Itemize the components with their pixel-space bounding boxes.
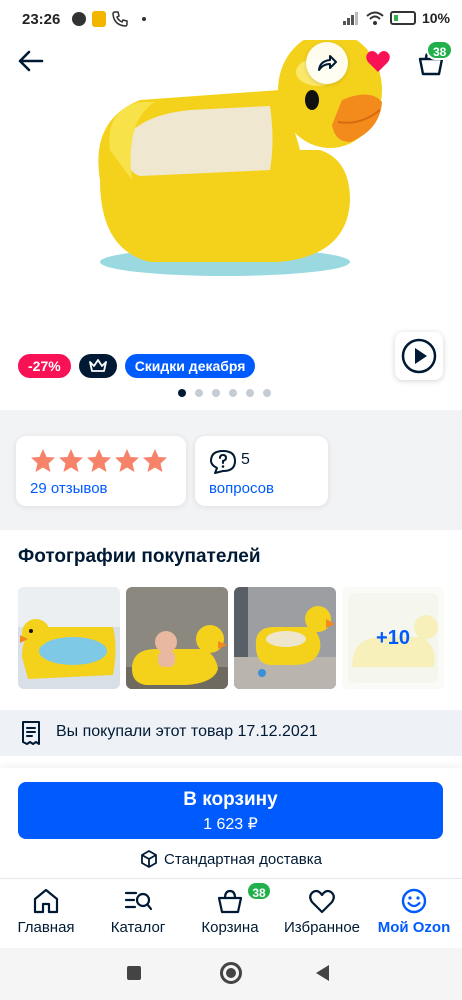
nav-item-home[interactable]: Главная bbox=[0, 887, 92, 936]
add-to-cart-button[interactable]: В корзину 1 623 ₽ bbox=[18, 782, 443, 839]
home-icon bbox=[33, 888, 59, 914]
home-system-icon[interactable] bbox=[220, 962, 242, 984]
premium-badge bbox=[78, 354, 117, 378]
questions-link[interactable]: вопросов bbox=[209, 480, 274, 497]
chat-notification-icon bbox=[72, 12, 86, 26]
smile-icon bbox=[401, 888, 427, 914]
nav-item-favorites[interactable]: Избранное bbox=[276, 887, 368, 936]
gallery-dot[interactable] bbox=[195, 389, 203, 397]
box-icon bbox=[141, 850, 157, 868]
gallery-dot[interactable] bbox=[246, 389, 254, 397]
wifi-icon bbox=[366, 11, 384, 25]
customer-photo[interactable] bbox=[234, 587, 336, 689]
customer-photo-image bbox=[126, 587, 228, 689]
star-icon bbox=[59, 449, 83, 472]
star-icon bbox=[31, 449, 55, 472]
share-icon bbox=[318, 55, 337, 71]
signal-icon bbox=[342, 12, 358, 25]
status-notification-icons bbox=[72, 11, 146, 27]
nav-label: Каталог bbox=[110, 919, 166, 936]
rating-stars bbox=[30, 448, 168, 473]
customer-photo-image bbox=[234, 587, 336, 689]
delivery-info: Стандартная доставка bbox=[0, 850, 462, 868]
gallery-pagination bbox=[178, 389, 271, 397]
sale-badge[interactable]: Скидки декабря bbox=[124, 354, 256, 378]
customer-photos-title: Фотографии покупателей bbox=[18, 546, 261, 567]
phone-call-icon bbox=[112, 11, 128, 27]
nav-label: Главная bbox=[17, 919, 75, 936]
status-bar: 23:26 10% bbox=[0, 0, 462, 40]
more-photos-count: +10 bbox=[342, 587, 444, 689]
customer-photo[interactable] bbox=[18, 587, 120, 689]
product-price: 1 623 ₽ bbox=[203, 816, 258, 833]
customer-photos-strip: +10 bbox=[18, 587, 444, 689]
reviews-link[interactable]: 29 отзывов bbox=[30, 480, 108, 497]
status-time: 23:26 bbox=[22, 11, 61, 28]
nav-label: Корзина bbox=[201, 919, 259, 936]
nav-cart-badge: 38 bbox=[246, 881, 272, 901]
heart-icon bbox=[309, 889, 335, 914]
battery-icon bbox=[389, 11, 416, 25]
receipt-icon bbox=[22, 721, 40, 745]
star-icon bbox=[115, 449, 139, 472]
lock-notification-icon bbox=[92, 11, 106, 27]
more-notifications-icon bbox=[142, 17, 146, 21]
customer-photo[interactable] bbox=[126, 587, 228, 689]
play-icon bbox=[401, 338, 437, 374]
product-badges: -27% Скидки декабря bbox=[18, 354, 256, 378]
favorite-button[interactable] bbox=[360, 44, 396, 80]
basket-icon bbox=[217, 889, 243, 914]
gallery-dot[interactable] bbox=[178, 389, 186, 397]
nav-item-catalog[interactable]: Каталог bbox=[92, 887, 184, 936]
purchase-date-text: Вы покупали этот товар 17.12.2021 bbox=[56, 723, 318, 740]
share-button[interactable] bbox=[306, 42, 348, 84]
gallery-dot[interactable] bbox=[229, 389, 237, 397]
back-arrow-icon[interactable] bbox=[14, 44, 48, 78]
customer-photo-more[interactable]: +10 bbox=[342, 587, 444, 689]
questions-card[interactable]: 5 вопросов bbox=[195, 436, 328, 506]
nav-label: Мой Ozon bbox=[377, 919, 451, 936]
add-to-cart-label: В корзину bbox=[183, 789, 278, 810]
bottom-navigation: Главная Каталог Корзина Избранное Мой Oz… bbox=[0, 878, 462, 948]
back-system-icon[interactable] bbox=[316, 965, 329, 981]
battery-percent: 10% bbox=[421, 10, 450, 26]
star-icon bbox=[143, 449, 167, 472]
video-play-button[interactable] bbox=[395, 332, 443, 380]
recent-apps-icon[interactable] bbox=[127, 966, 141, 980]
nav-label: Избранное bbox=[283, 919, 361, 936]
status-system-icons: 10% bbox=[342, 10, 450, 26]
questions-count: 5 bbox=[241, 451, 250, 468]
catalog-search-icon bbox=[124, 891, 153, 911]
rating-card[interactable]: 29 отзывов bbox=[16, 436, 186, 506]
customer-photo-image bbox=[18, 587, 120, 689]
question-bubble-icon bbox=[210, 450, 236, 474]
heart-filled-icon bbox=[366, 51, 390, 72]
delivery-label: Стандартная доставка bbox=[164, 850, 322, 868]
star-icon bbox=[87, 449, 111, 472]
nav-item-my-ozon[interactable]: Мой Ozon bbox=[368, 887, 460, 936]
cart-top-badge: 38 bbox=[426, 40, 454, 60]
gallery-dot[interactable] bbox=[212, 389, 220, 397]
discount-badge: -27% bbox=[18, 354, 71, 378]
purchase-history-note: Вы покупали этот товар 17.12.2021 bbox=[0, 710, 462, 756]
system-navigation-bar bbox=[0, 948, 462, 1000]
gallery-dot[interactable] bbox=[263, 389, 271, 397]
crown-icon bbox=[88, 359, 107, 372]
